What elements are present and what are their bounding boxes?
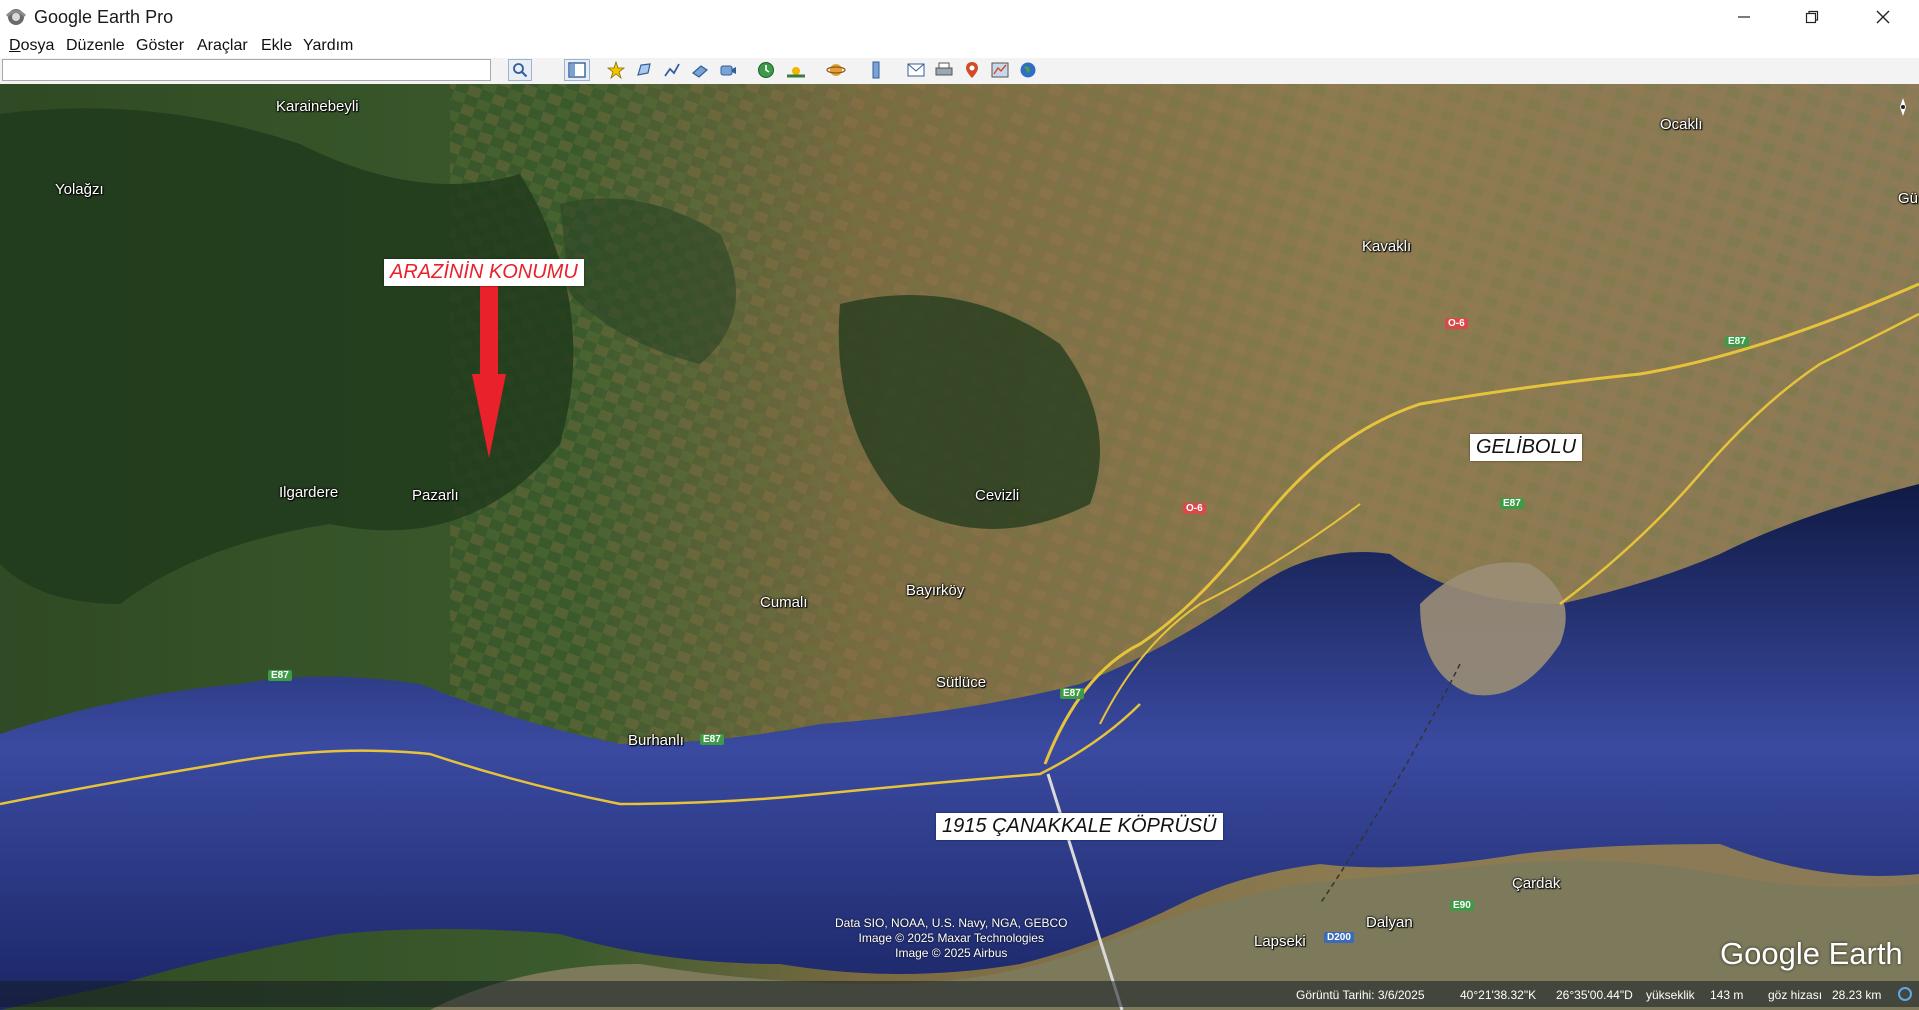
add-image-overlay-icon — [692, 65, 708, 78]
search-icon — [513, 63, 528, 78]
menu-dosya[interactable]: Dosya — [9, 37, 54, 55]
email-icon — [907, 63, 925, 77]
earth-view-button[interactable] — [1016, 59, 1040, 81]
close-icon — [1876, 10, 1890, 24]
road-shield: O-6 — [1445, 318, 1468, 329]
attribution-line: Image © 2025 Maxar Technologies — [858, 931, 1044, 945]
menu-bar: Dosya Düzenle Göster Araçlar Ekle Yardım — [0, 34, 1919, 58]
road-shield: E87 — [1060, 688, 1084, 699]
menu-goster[interactable]: Göster — [136, 37, 184, 55]
road-shield: E90 — [1450, 900, 1474, 911]
place-label: Bayırköy — [906, 582, 965, 599]
place-label: Dalyan — [1366, 914, 1413, 931]
search-input[interactable] — [2, 59, 491, 81]
add-path-button[interactable] — [660, 59, 684, 81]
place-label: Lapseki — [1254, 933, 1306, 950]
place-label: Cumalı — [760, 594, 808, 611]
planets-icon — [826, 64, 846, 76]
print-icon — [935, 62, 953, 76]
place-label: Burhanlı — [628, 732, 684, 749]
streaming-progress-icon — [1898, 987, 1912, 1001]
save-image-icon — [966, 62, 978, 78]
add-path-icon — [664, 63, 680, 77]
place-label: Kavaklı — [1362, 238, 1412, 255]
google-earth-app-icon — [5, 9, 27, 25]
place-label: Yolağzı — [55, 181, 104, 198]
add-placemark-icon — [607, 61, 625, 79]
add-placemark-button[interactable] — [604, 59, 628, 81]
close-button[interactable] — [1849, 0, 1917, 34]
imagery-date: Görüntü Tarihi: 3/6/2025 — [1296, 988, 1425, 1002]
menu-dosya-label: osya — [20, 37, 55, 54]
road-shield: E87 — [700, 734, 724, 745]
latitude-readout: 40°21'38.32"K — [1460, 988, 1537, 1002]
minimize-button[interactable] — [1710, 0, 1778, 34]
place-label: Cevizli — [975, 487, 1020, 504]
add-image-overlay-button[interactable] — [688, 59, 712, 81]
save-image-button[interactable] — [960, 59, 984, 81]
attribution-line: Image © 2025 Airbus — [895, 946, 1008, 960]
restore-button[interactable] — [1778, 0, 1846, 34]
minimize-icon — [1738, 16, 1750, 18]
elevation-label: yükseklik — [1646, 988, 1695, 1002]
sidebar-toggle-icon — [568, 62, 586, 78]
menu-yardim[interactable]: Yardım — [303, 37, 353, 55]
sidebar-toggle-button[interactable] — [564, 59, 590, 81]
google-maps-icon — [991, 62, 1009, 78]
menu-duzenle[interactable]: Düzenle — [66, 37, 125, 55]
add-polygon-button[interactable] — [632, 59, 656, 81]
print-button[interactable] — [932, 59, 956, 81]
sunlight-icon — [787, 67, 805, 78]
google-maps-button[interactable] — [988, 59, 1012, 81]
parcel-location-callout: ARAZİNİN KONUMU — [384, 259, 584, 286]
google-earth-logo: Google Earth — [1720, 936, 1903, 971]
menu-ekle[interactable]: Ekle — [261, 37, 292, 55]
search-button[interactable] — [508, 59, 532, 81]
longitude-readout: 26°35'00.44"D — [1556, 988, 1633, 1002]
ruler-button[interactable] — [864, 59, 888, 81]
place-label: Ilgardere — [279, 484, 339, 501]
ruler-icon — [872, 61, 880, 79]
road-shield: E87 — [1500, 498, 1524, 509]
planets-button[interactable] — [824, 59, 848, 81]
menu-araclar[interactable]: Araçlar — [197, 37, 248, 55]
place-label: Ocaklı — [1660, 116, 1703, 133]
add-polygon-icon — [637, 63, 651, 76]
attribution-line: Data SIO, NOAA, U.S. Navy, NGA, GEBCO — [835, 916, 1068, 930]
place-label: Pazarlı — [412, 487, 459, 504]
imagery-attribution: Data SIO, NOAA, U.S. Navy, NGA, GEBCO Im… — [835, 916, 1068, 961]
compass-icon[interactable] — [1893, 97, 1913, 117]
historical-imagery-icon — [758, 62, 774, 78]
road-shield: E87 — [268, 670, 292, 681]
road-shield: O-6 — [1183, 503, 1206, 514]
record-tour-button[interactable] — [716, 59, 740, 81]
email-button[interactable] — [904, 59, 928, 81]
road-shield: D200 — [1324, 932, 1354, 943]
window-title: Google Earth Pro — [34, 7, 174, 27]
place-label: Gü — [1898, 190, 1919, 207]
place-label: Karainebeyli — [276, 98, 359, 115]
historical-imagery-button[interactable] — [754, 59, 778, 81]
title-bar: Google Earth Pro — [0, 0, 1919, 34]
place-label: Çardak — [1512, 875, 1561, 892]
map-view[interactable]: Karainebeyli Yolağzı Ilgardere Pazarlı C… — [0, 84, 1919, 1010]
road-shield: E87 — [1725, 336, 1749, 347]
sunlight-button[interactable] — [784, 59, 808, 81]
gelibolu-callout: GELİBOLU — [1470, 434, 1583, 461]
satellite-imagery — [0, 84, 1919, 1010]
eye-altitude-value: 28.23 km — [1832, 988, 1882, 1002]
eye-altitude-label: göz hizası — [1768, 988, 1823, 1002]
place-label: Sütlüce — [936, 674, 987, 691]
restore-icon — [1805, 10, 1819, 24]
status-bar: Görüntü Tarihi: 3/6/2025 40°21'38.32"K 2… — [0, 981, 1919, 1007]
bridge-callout: 1915 ÇANAKKALE KÖPRÜSÜ — [936, 813, 1223, 840]
elevation-value: 143 m — [1710, 988, 1744, 1002]
record-tour-icon — [720, 65, 736, 76]
earth-view-icon — [1020, 62, 1036, 78]
toolbar — [0, 58, 1919, 85]
